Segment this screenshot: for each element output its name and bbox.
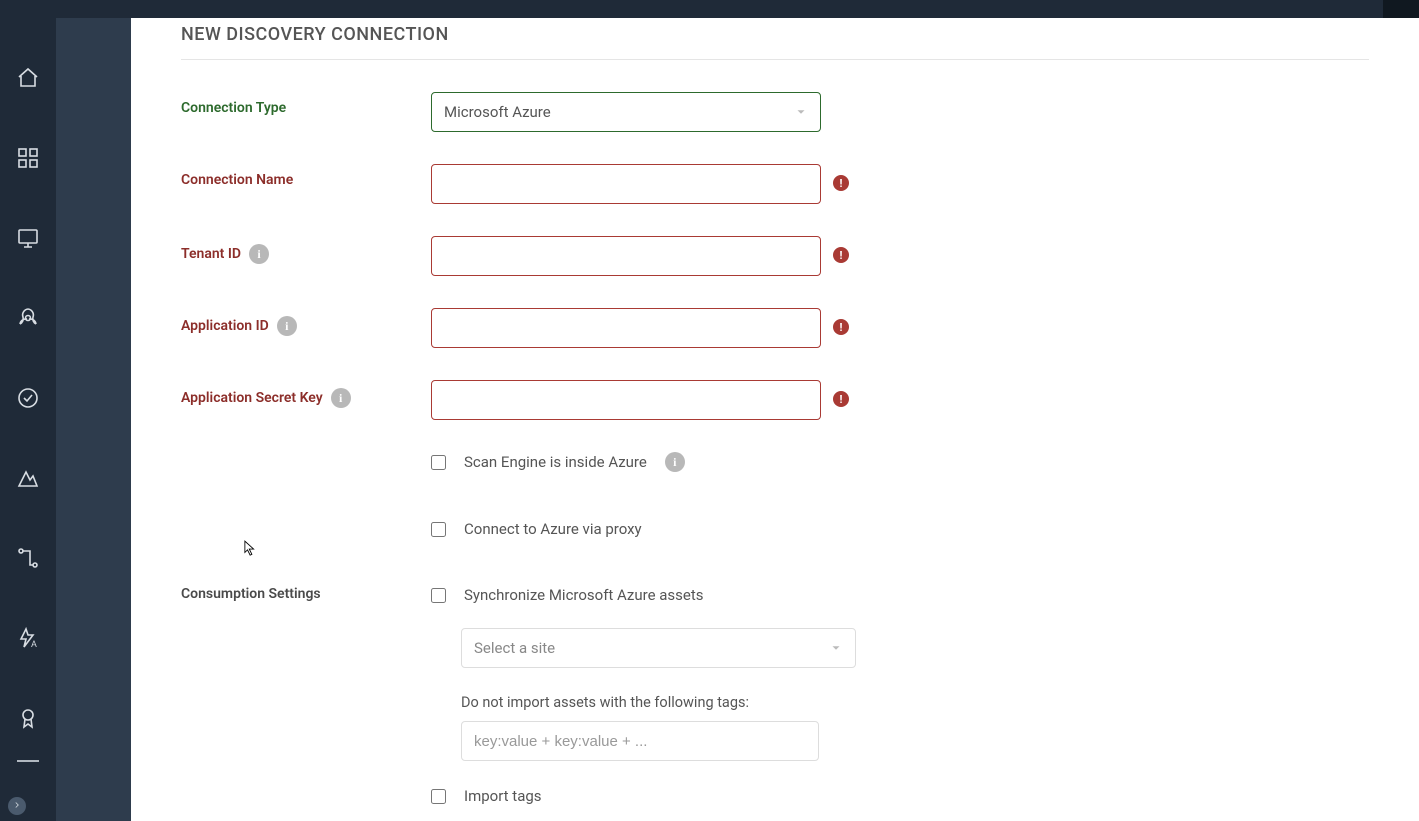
sidebar-item-scan[interactable]: A — [0, 600, 56, 680]
import-tags-checkbox[interactable] — [431, 789, 446, 804]
row-application-id: Application ID i ! — [181, 308, 1369, 348]
chevron-down-icon — [794, 105, 808, 119]
proxy-checkbox[interactable] — [431, 522, 446, 537]
site-select[interactable]: Select a site — [461, 628, 856, 668]
grid-icon — [16, 146, 40, 174]
sidebar-secondary — [56, 18, 131, 821]
sidebar-divider — [17, 760, 39, 762]
proxy-label: Connect to Azure via proxy — [464, 520, 642, 538]
row-scan-engine: Scan Engine is inside Azure i — [181, 452, 1369, 496]
sidebar-item-assets[interactable] — [0, 200, 56, 280]
chevron-right-icon — [12, 798, 22, 814]
row-consumption: Consumption Settings Synchronize Microso… — [181, 586, 1369, 821]
checkbox-sync-assets: Synchronize Microsoft Azure assets — [431, 586, 1369, 604]
import-tags-label: Import tags — [464, 787, 542, 805]
application-id-input[interactable] — [431, 308, 821, 348]
info-icon[interactable]: i — [331, 388, 351, 408]
consumption-body: Synchronize Microsoft Azure assets Selec… — [431, 586, 1369, 821]
sync-assets-label: Synchronize Microsoft Azure assets — [464, 586, 704, 604]
exclude-tags-label: Do not import assets with the following … — [461, 694, 1369, 711]
sidebar-item-admin[interactable] — [0, 680, 56, 760]
field-app-secret-key: ! — [431, 380, 821, 420]
form-panel: NEW DISCOVERY CONNECTION Connection Type… — [131, 18, 1419, 821]
label-consumption-settings: Consumption Settings — [181, 586, 431, 602]
connection-type-select[interactable]: Microsoft Azure — [431, 92, 821, 132]
top-bar-corner — [1383, 0, 1419, 18]
lightning-auto-icon: A — [16, 626, 40, 654]
sidebar-expand-button[interactable] — [8, 797, 26, 815]
checkbox-scan-engine: Scan Engine is inside Azure i — [431, 452, 685, 472]
home-icon — [16, 66, 40, 94]
info-icon[interactable]: i — [665, 452, 685, 472]
label-tenant-id: Tenant ID i — [181, 236, 431, 264]
row-connection-name: Connection Name ! — [181, 164, 1369, 204]
connection-name-input[interactable] — [431, 164, 821, 204]
connection-type-value: Microsoft Azure — [444, 103, 551, 121]
top-bar — [0, 0, 1419, 18]
error-icon: ! — [833, 247, 849, 263]
sidebar-item-reports[interactable] — [0, 440, 56, 520]
exclude-tags-block: Do not import assets with the following … — [461, 694, 1369, 761]
check-circle-icon — [16, 386, 40, 414]
label-application-id: Application ID i — [181, 308, 431, 336]
label-connection-type: Connection Type — [181, 92, 431, 116]
monitor-icon — [16, 226, 40, 254]
row-proxy: Connect to Azure via proxy — [181, 520, 1369, 562]
row-connection-type: Connection Type Microsoft Azure — [181, 92, 1369, 132]
checkbox-import-tags: Import tags — [431, 787, 1369, 805]
field-connection-type: Microsoft Azure — [431, 92, 821, 132]
site-select-placeholder: Select a site — [474, 639, 555, 657]
svg-text:A: A — [31, 640, 37, 650]
page-title: NEW DISCOVERY CONNECTION — [181, 24, 1369, 60]
sidebar-item-automation[interactable] — [0, 520, 56, 600]
sidebar-item-vulnerabilities[interactable] — [0, 280, 56, 360]
chevron-down-icon — [829, 641, 843, 655]
workflow-icon — [16, 546, 40, 574]
mountain-icon — [16, 466, 40, 494]
sidebar-item-home[interactable] — [0, 40, 56, 120]
error-icon: ! — [833, 175, 849, 191]
info-icon[interactable]: i — [249, 244, 269, 264]
label-connection-name: Connection Name — [181, 164, 431, 188]
sidebar-item-dashboard[interactable] — [0, 120, 56, 200]
sidebar-primary: A — [0, 0, 56, 821]
badge-icon — [16, 706, 40, 734]
tenant-id-input[interactable] — [431, 236, 821, 276]
field-application-id: ! — [431, 308, 821, 348]
label-app-secret-key: Application Secret Key i — [181, 380, 431, 408]
form-grid: Connection Type Microsoft Azure Connecti… — [181, 92, 1369, 821]
scan-engine-label: Scan Engine is inside Azure — [464, 453, 647, 471]
biohazard-icon — [16, 306, 40, 334]
main-content: NEW DISCOVERY CONNECTION Connection Type… — [131, 0, 1419, 821]
info-icon[interactable]: i — [277, 316, 297, 336]
row-app-secret-key: Application Secret Key i ! — [181, 380, 1369, 420]
sync-assets-checkbox[interactable] — [431, 588, 446, 603]
field-connection-name: ! — [431, 164, 821, 204]
exclude-tags-input[interactable] — [461, 721, 819, 761]
field-tenant-id: ! — [431, 236, 821, 276]
app-secret-key-input[interactable] — [431, 380, 821, 420]
row-tenant-id: Tenant ID i ! — [181, 236, 1369, 276]
site-select-block: Select a site — [461, 628, 1369, 668]
error-icon: ! — [833, 319, 849, 335]
scan-engine-checkbox[interactable] — [431, 455, 446, 470]
checkbox-proxy: Connect to Azure via proxy — [431, 520, 642, 538]
sidebar-item-policies[interactable] — [0, 360, 56, 440]
error-icon: ! — [833, 391, 849, 407]
